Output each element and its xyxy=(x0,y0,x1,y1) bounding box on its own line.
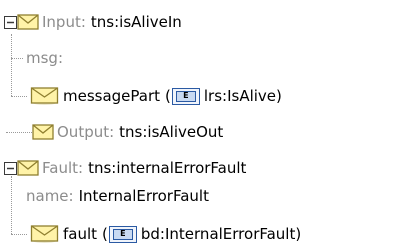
wsdl-operation-tree: Input: tns:isAliveIn msg: messagePart ( … xyxy=(0,0,419,245)
tree-connector xyxy=(11,34,12,96)
envelope-icon xyxy=(17,160,39,176)
tree-connector xyxy=(6,132,32,133)
fault-part-node[interactable]: fault ( E bd:InternalErrorFault ) xyxy=(30,221,301,247)
fault-value: tns:internalErrorFault xyxy=(88,159,247,177)
input-message-part-node[interactable]: messagePart ( E lrs:IsAlive ) xyxy=(30,83,282,109)
input-value: tns:isAliveIn xyxy=(90,13,182,31)
fault-name-label: name: xyxy=(26,187,74,205)
msg-label: msg: xyxy=(26,49,64,67)
message-part-type: lrs:IsAlive xyxy=(203,87,277,105)
envelope-icon xyxy=(30,225,59,243)
close-paren: ) xyxy=(295,225,302,243)
tree-connector xyxy=(11,176,12,234)
collapse-minus-icon[interactable] xyxy=(4,161,17,175)
open-paren: ( xyxy=(165,87,171,105)
open-paren: ( xyxy=(102,225,108,243)
output-node[interactable]: Output: tns:isAliveOut xyxy=(32,119,223,145)
input-label: Input: xyxy=(42,13,86,31)
input-node[interactable]: Input: tns:isAliveIn xyxy=(4,9,182,35)
fault-part-name: fault xyxy=(63,225,98,243)
fault-node[interactable]: Fault: tns:internalErrorFault xyxy=(4,155,246,181)
envelope-icon xyxy=(17,14,39,30)
close-paren: ) xyxy=(276,87,282,105)
element-e-icon: E xyxy=(171,87,200,105)
envelope-icon xyxy=(32,124,54,140)
message-part-name: messagePart xyxy=(63,87,161,105)
fault-part-type: bd:InternalErrorFault xyxy=(140,225,296,243)
tree-connector xyxy=(11,96,27,97)
collapse-minus-icon[interactable] xyxy=(4,15,17,29)
envelope-icon xyxy=(30,87,59,105)
tree-connector xyxy=(11,234,27,235)
output-label: Output: xyxy=(57,123,115,141)
element-e-icon: E xyxy=(108,225,137,243)
fault-label: Fault: xyxy=(42,159,84,177)
output-value: tns:isAliveOut xyxy=(119,123,224,141)
tree-connector xyxy=(11,58,23,59)
fault-name-node[interactable]: name: InternalErrorFault xyxy=(26,183,209,209)
fault-name-value: InternalErrorFault xyxy=(78,187,209,205)
input-msg-node[interactable]: msg: xyxy=(26,45,63,71)
